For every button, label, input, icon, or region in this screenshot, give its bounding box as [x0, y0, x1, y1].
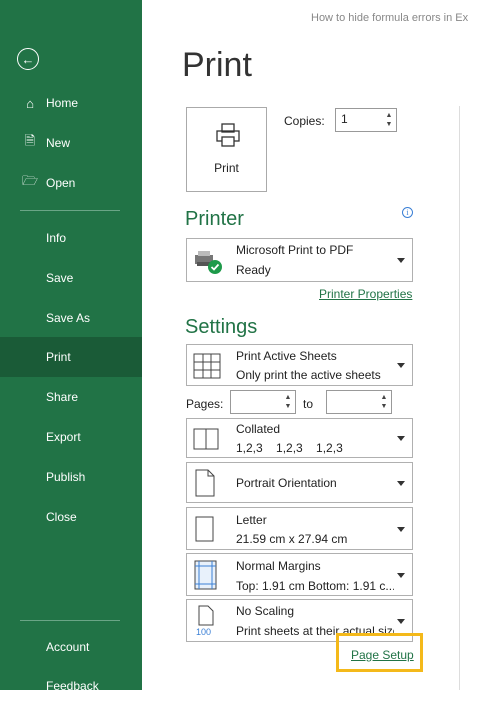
svg-text:100: 100	[196, 627, 211, 637]
collated-icon	[193, 428, 219, 450]
info-icon[interactable]: i	[402, 207, 413, 218]
nav-feedback[interactable]: Feedback	[0, 666, 142, 706]
collation-line2: 1,2,3 1,2,3 1,2,3	[236, 441, 343, 455]
nav-publish-label: Publish	[46, 470, 86, 484]
paper-size-line2: 21.59 cm x 27.94 cm	[236, 532, 348, 546]
nav-account[interactable]: Account	[0, 627, 142, 667]
back-arrow-icon[interactable]: ←	[17, 48, 39, 70]
nav-export[interactable]: Export	[0, 417, 142, 457]
nav-close-label: Close	[46, 510, 77, 524]
nav-open-label: Open	[46, 176, 76, 190]
pages-to-spinner[interactable]: ▲ ▼	[379, 393, 389, 411]
print-button[interactable]: Print	[186, 107, 267, 192]
chevron-down-icon	[397, 481, 405, 486]
printer-properties-link[interactable]: Printer Properties	[319, 287, 412, 301]
nav-new[interactable]: 🗎 New	[0, 123, 142, 163]
new-document-icon: 🗎	[24, 133, 36, 148]
chevron-down-icon	[397, 527, 405, 532]
chevron-down-icon	[397, 363, 405, 368]
nav-print-label: Print	[46, 350, 71, 364]
nav-save-as-label: Save As	[46, 311, 91, 325]
nav-account-label: Account	[46, 640, 90, 654]
copies-input[interactable]: 1 ▲ ▼	[335, 108, 397, 132]
nav-share[interactable]: Share	[0, 377, 142, 417]
print-what-dropdown[interactable]: Print Active Sheets Only print the activ…	[186, 344, 413, 386]
nav-new-label: New	[46, 136, 71, 150]
copies-spinner[interactable]: ▲ ▼	[384, 111, 394, 129]
margins-line1: Normal Margins	[236, 559, 321, 573]
nav-export-label: Export	[46, 430, 81, 444]
nav-open[interactable]: 🗁 Open	[0, 163, 142, 203]
sidebar-divider	[20, 620, 120, 621]
pages-from-spinner[interactable]: ▲ ▼	[283, 393, 293, 411]
paper-size-dropdown[interactable]: Letter 21.59 cm x 27.94 cm	[186, 507, 413, 550]
page-title: Print	[182, 46, 252, 84]
to-label: to	[303, 397, 314, 411]
settings-heading: Settings	[185, 316, 258, 338]
paper-size-line1: Letter	[236, 513, 267, 527]
printer-dropdown[interactable]: Microsoft Print to PDF Ready	[186, 238, 413, 282]
nav-info[interactable]: Info	[0, 218, 142, 258]
printer-icon	[216, 123, 240, 147]
nav-print[interactable]: Print	[0, 337, 142, 377]
chevron-down-icon	[397, 436, 405, 441]
page-setup-link[interactable]: Page Setup	[351, 648, 414, 662]
orientation-label: Portrait Orientation	[236, 476, 337, 490]
nav-share-label: Share	[46, 390, 79, 404]
printer-ready-icon	[195, 251, 222, 274]
pages-from-input[interactable]: ▲ ▼	[230, 390, 296, 414]
collation-line1: Collated	[236, 422, 281, 436]
sheet-grid-icon	[193, 353, 221, 379]
nav-close[interactable]: Close	[0, 497, 142, 537]
chevron-down-icon	[397, 619, 405, 624]
portrait-page-icon	[195, 469, 215, 497]
orientation-dropdown[interactable]: Portrait Orientation	[186, 462, 413, 503]
nav-home[interactable]: ⌂ Home	[0, 83, 142, 123]
margins-dropdown[interactable]: Normal Margins Top: 1.91 cm Bottom: 1.91…	[186, 553, 413, 596]
copies-label: Copies:	[284, 114, 325, 128]
nav-publish[interactable]: Publish	[0, 457, 142, 497]
copies-value: 1	[341, 112, 348, 126]
printer-name: Microsoft Print to PDF	[236, 243, 354, 257]
scaling-line1: No Scaling	[236, 604, 295, 618]
collation-dropdown[interactable]: Collated 1,2,3 1,2,3 1,2,3	[186, 418, 413, 458]
pages-to-input[interactable]: ▲ ▼	[326, 390, 392, 414]
nav-feedback-label: Feedback	[46, 679, 99, 693]
scaling-icon: 100	[196, 605, 214, 637]
nav-info-label: Info	[46, 231, 67, 245]
preview-divider	[459, 106, 460, 690]
print-what-line2: Only print the active sheets	[236, 368, 381, 382]
nav-home-label: Home	[46, 96, 79, 110]
sidebar-divider	[20, 210, 120, 211]
backstage-sidebar: ← ⌂ Home 🗎 New 🗁 Open Info Save Save As …	[0, 0, 142, 693]
nav-save-as[interactable]: Save As	[0, 298, 142, 338]
print-button-label: Print	[214, 161, 239, 175]
margins-icon	[194, 560, 217, 590]
home-icon: ⌂	[26, 95, 34, 111]
paper-icon	[195, 516, 214, 542]
chevron-down-icon	[397, 258, 405, 263]
nav-save-label: Save	[46, 271, 74, 285]
folder-icon: 🗁	[21, 173, 39, 188]
window-title: How to hide formula errors in Ex	[311, 12, 469, 24]
chevron-down-icon	[397, 573, 405, 578]
print-what-line1: Print Active Sheets	[236, 349, 337, 363]
printer-heading: Printer	[185, 208, 244, 230]
printer-status: Ready	[236, 263, 271, 277]
margins-line2: Top: 1.91 cm Bottom: 1.91 c...	[236, 579, 394, 593]
nav-save[interactable]: Save	[0, 258, 142, 298]
pages-label: Pages:	[186, 397, 224, 411]
